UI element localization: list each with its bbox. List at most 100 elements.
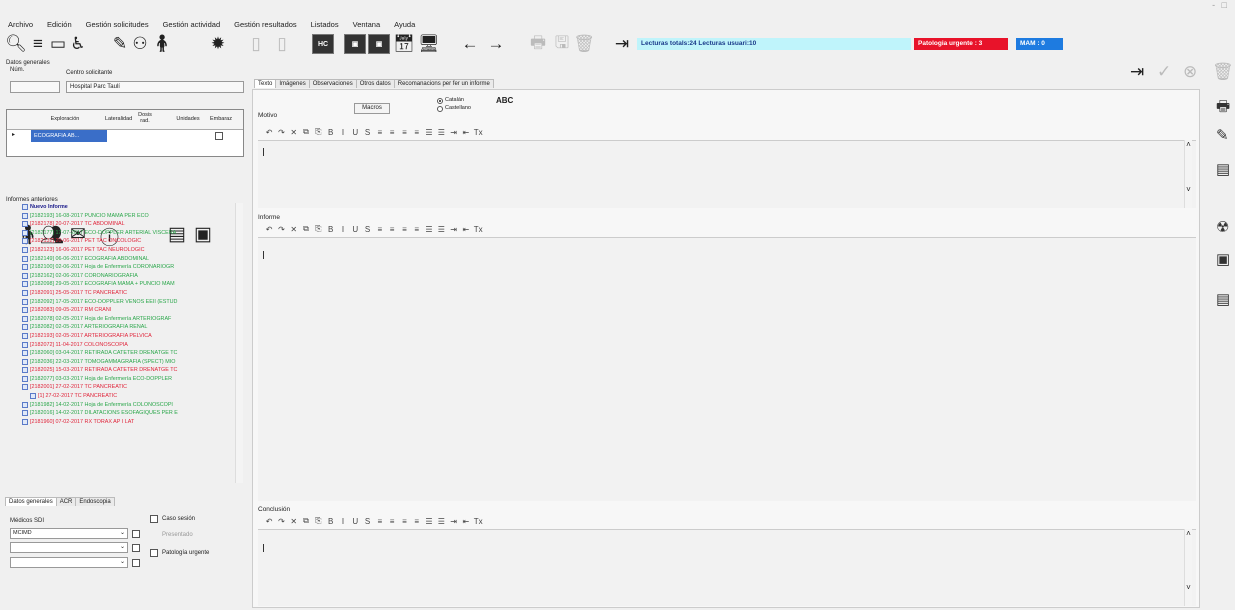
macros-button[interactable]: Macros: [354, 103, 390, 114]
medico-3-button[interactable]: [132, 559, 140, 567]
menu-listados[interactable]: Listados: [311, 20, 339, 29]
editor-tool-icon[interactable]: U: [349, 128, 361, 137]
editor-tool-icon[interactable]: Tx: [472, 517, 484, 526]
tab-endoscopia[interactable]: Endoscopia: [75, 497, 115, 506]
editor-tool-icon[interactable]: ☰: [435, 517, 447, 526]
patologia-urgente-checkbox[interactable]: [150, 549, 158, 557]
list-item[interactable]: [2182092] 17-05-2017 ECO-DOPPLER VENOS E…: [8, 298, 244, 307]
tab-imagenes[interactable]: Imágenes: [275, 79, 310, 88]
editor-tool-icon[interactable]: S: [361, 128, 373, 137]
window-controls[interactable]: - □: [1212, 0, 1229, 10]
editor-tool-icon[interactable]: ≡: [398, 517, 410, 526]
medico-2-button[interactable]: [132, 544, 140, 552]
editor-tool-icon[interactable]: I: [337, 128, 349, 137]
centro-field[interactable]: Hospital Parc Taulí: [66, 81, 244, 93]
editor-tool-icon[interactable]: ≡: [411, 225, 423, 234]
editor-tool-icon[interactable]: I: [337, 517, 349, 526]
editor-tool-icon[interactable]: ↷: [275, 517, 287, 526]
list-item[interactable]: Nuevo Informe: [8, 203, 244, 212]
editor-tool-icon[interactable]: U: [349, 517, 361, 526]
editor-tool-icon[interactable]: ↶: [263, 517, 275, 526]
list-item[interactable]: [2182193] 02-05-2017 ARTERIOGRAFIA PELVI…: [8, 332, 244, 341]
notes-icon[interactable]: ✎: [1216, 126, 1229, 144]
editor-tool-icon[interactable]: ☰: [423, 128, 435, 137]
menu-archivo[interactable]: Archivo: [8, 20, 33, 29]
tab-texto[interactable]: Texto: [254, 79, 277, 88]
list-item[interactable]: [2182025] 15-03-2017 RETIRADA CATETER DR…: [8, 366, 244, 375]
list-item[interactable]: [2182098] 29-05-2017 ECOGRAFIA MAMA + PU…: [8, 280, 244, 289]
editor-tool-icon[interactable]: ☰: [423, 517, 435, 526]
tab-recomanacions[interactable]: Recomanacions per fer un informe: [393, 79, 494, 88]
editor-tool-icon[interactable]: I: [337, 225, 349, 234]
editor-tool-icon[interactable]: ↶: [263, 128, 275, 137]
motivo-editor[interactable]: [258, 140, 1196, 208]
editor-tool-icon[interactable]: ↷: [275, 225, 287, 234]
editor-tool-icon[interactable]: B: [324, 225, 336, 234]
editor-tool-icon[interactable]: ≡: [411, 128, 423, 137]
list-item[interactable]: [2182078] 02-05-2017 Hoja de Enfermería …: [8, 315, 244, 324]
editor-tool-icon[interactable]: ≡: [398, 128, 410, 137]
medico-select-1[interactable]: MCIMD ⌄: [10, 528, 128, 539]
images-icon[interactable]: ▣: [344, 34, 366, 54]
editor-tool-icon[interactable]: S: [361, 225, 373, 234]
tab-acr[interactable]: ACR: [55, 497, 77, 506]
editor-tool-icon[interactable]: ⇤: [460, 225, 472, 234]
editor-tool-icon[interactable]: ☰: [423, 225, 435, 234]
editor-tool-icon[interactable]: ↶: [263, 225, 275, 234]
forward-arrow-icon[interactable]: →: [486, 34, 506, 54]
list-item[interactable]: [2182016] 14-02-2017 DILATACIONS ESOFAGI…: [8, 409, 244, 418]
radiation-icon[interactable]: ☢︎: [1216, 218, 1229, 236]
spellcheck-icon[interactable]: ABC: [496, 96, 513, 105]
editor-tool-icon[interactable]: ≡: [411, 517, 423, 526]
medico-1-button[interactable]: [132, 530, 140, 538]
edit-icon[interactable]: ✎: [110, 34, 130, 54]
editor-tool-icon[interactable]: ⧉: [300, 516, 312, 526]
menu-edicion[interactable]: Edición: [47, 20, 72, 29]
people-icon[interactable]: ⚇: [130, 34, 150, 54]
list-item[interactable]: [2182162] 02-06-2017 CORONARIOGRAFIA: [8, 272, 244, 281]
editor-tool-icon[interactable]: ✕: [288, 517, 300, 526]
list-icon[interactable]: ≡: [28, 34, 48, 54]
editor-tool-icon[interactable]: ⇤: [460, 128, 472, 137]
embarazo-checkbox[interactable]: [215, 132, 223, 140]
list-item[interactable]: [2182072] 11-04-2017 COLONOSCOPIA: [8, 341, 244, 350]
calendar-icon[interactable]: 📅︎: [393, 34, 415, 54]
list-item[interactable]: [2182177] 17-07-2017 ECO-DOPPLER ARTERIA…: [8, 229, 244, 238]
editor-tool-icon[interactable]: ⇥: [447, 517, 459, 526]
hc-button[interactable]: HC: [312, 34, 334, 54]
editor-tool-icon[interactable]: Tx: [472, 225, 484, 234]
list-item[interactable]: [2181982] 14-02-2017 Hoja de Enfermería …: [8, 401, 244, 410]
tab-datos-generales[interactable]: Datos generales: [5, 497, 57, 506]
editor-tool-icon[interactable]: B: [324, 128, 336, 137]
list-item[interactable]: [2182077] 03-03-2017 Hoja de Enfermería …: [8, 375, 244, 384]
editor-tool-icon[interactable]: ⇥: [447, 128, 459, 137]
menu-gestion-resultados[interactable]: Gestión resultados: [234, 20, 297, 29]
list-item[interactable]: [2182060] 03-04-2017 RETIRADA CATETER DR…: [8, 349, 244, 358]
back-arrow-icon[interactable]: ←: [460, 34, 480, 54]
editor-tool-icon[interactable]: ☰: [435, 128, 447, 137]
editor-tool-icon[interactable]: ≡: [374, 517, 386, 526]
list-item[interactable]: [2182091] 25-05-2017 TC PANCREATIC: [8, 289, 244, 298]
menu-gestion-solicitudes[interactable]: Gestión solicitudes: [86, 20, 149, 29]
caso-sesion-checkbox[interactable]: [150, 515, 158, 523]
list-item[interactable]: [2182083] 09-05-2017 RM CRANI: [8, 306, 244, 315]
search-icon[interactable]: 🔍︎: [5, 34, 27, 54]
list-item[interactable]: [2182001] 27-02-2017 TC PANCREATIC: [8, 383, 244, 392]
exploracion-cell[interactable]: ECOGRAFIA AB...: [31, 130, 107, 142]
editor-tool-icon[interactable]: ✕: [288, 128, 300, 137]
editor-tool-icon[interactable]: ≡: [386, 128, 398, 137]
folder-icon[interactable]: ▭: [48, 34, 68, 54]
xray-icon[interactable]: ▣: [1216, 250, 1230, 268]
editor-tool-icon[interactable]: ✕: [288, 225, 300, 234]
list-item[interactable]: [2182036] 22-03-2017 TOMOGAMMAGRAFIA (SP…: [8, 358, 244, 367]
editor-tool-icon[interactable]: ⎘: [312, 224, 324, 234]
editor-tool-icon[interactable]: ⎘: [312, 127, 324, 137]
medico-select-3[interactable]: ⌄: [10, 557, 128, 568]
editor-tool-icon[interactable]: ⧉: [300, 127, 312, 137]
list-item[interactable]: [2182149] 06-06-2017 ECOGRAFIA ABDOMINAL: [8, 255, 244, 264]
tree-scrollbar[interactable]: [235, 203, 243, 483]
editor-tool-icon[interactable]: ⧉: [300, 224, 312, 234]
exit-icon[interactable]: ⇥: [612, 34, 632, 54]
editor-tool-icon[interactable]: S: [361, 517, 373, 526]
motivo-scrollbar[interactable]: ˄ ˅: [1184, 140, 1192, 208]
